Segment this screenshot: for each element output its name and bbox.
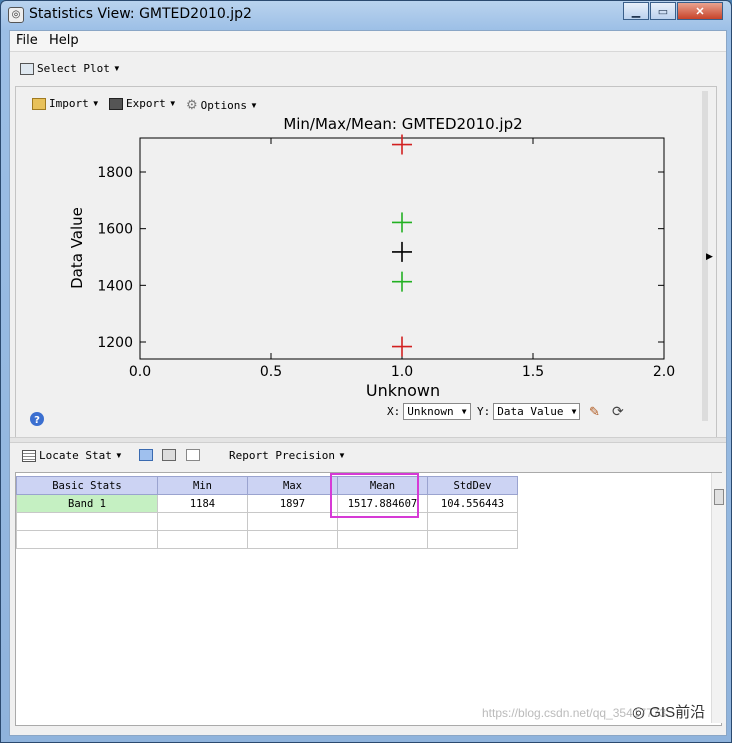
maximize-button[interactable]: ▭ [650, 2, 676, 20]
help-icon-glyph: ? [34, 415, 40, 426]
view-blue-icon[interactable] [139, 449, 153, 461]
cell-min[interactable]: 1184 [157, 494, 248, 513]
empty-cell[interactable] [157, 530, 248, 549]
x-axis-select[interactable]: Unknown ▼ [403, 403, 471, 420]
empty-cell[interactable] [157, 512, 248, 531]
y-axis-select[interactable]: Data Value ▼ [493, 403, 581, 420]
brand-watermark: ◎ GIS前沿 [632, 701, 705, 722]
table-scrollbar[interactable] [711, 473, 726, 723]
stats-table: Basic Stats Min Max Mean StdDev Band 1 1… [16, 476, 518, 549]
empty-cell[interactable] [16, 512, 158, 531]
refresh-icon[interactable]: ⟳ [612, 403, 624, 420]
view-grid-icon[interactable] [162, 449, 176, 461]
x-selector-label: X: [387, 405, 401, 418]
chart-title: Min/Max/Mean: GMTED2010.jp2 [283, 115, 522, 133]
x-tick-label: 1.0 [391, 364, 413, 380]
app-icon: ◎ [8, 7, 24, 23]
scroll-thumb[interactable] [714, 489, 724, 505]
chevron-right-icon[interactable]: ▶ [706, 251, 713, 262]
pencil-icon[interactable]: ✎ [589, 404, 600, 420]
cell-band[interactable]: Band 1 [16, 494, 158, 513]
window-client: File Help Select Plot ▼ Import ▼ Export … [9, 30, 727, 736]
x-tick-label: 0.0 [129, 364, 151, 380]
y-tick-label: 1400 [97, 278, 133, 294]
x-tick-label: 0.5 [260, 364, 282, 380]
menu-bar: File Help [10, 31, 726, 52]
table-row [16, 530, 518, 549]
menu-help[interactable]: Help [49, 33, 79, 48]
chevron-down-icon: ▼ [461, 407, 467, 416]
x-tick-label: 2.0 [653, 364, 675, 380]
plot-icon [20, 62, 34, 75]
cell-stddev[interactable]: 104.556443 [427, 494, 518, 513]
menu-file[interactable]: File [16, 33, 38, 48]
chevron-down-icon: ▼ [571, 407, 577, 416]
minimize-button[interactable]: ▁ [623, 2, 649, 20]
mean-highlight-box [330, 473, 419, 518]
locate-stat-menu[interactable]: Locate Stat ▼ [22, 449, 123, 462]
copy-icon[interactable] [186, 449, 200, 461]
report-precision-menu[interactable]: Report Precision ▼ [229, 449, 346, 462]
table-header-row: Basic Stats Min Max Mean StdDev [16, 476, 518, 495]
empty-cell[interactable] [427, 530, 518, 549]
empty-cell[interactable] [247, 530, 338, 549]
y-tick-label: 1600 [97, 222, 133, 238]
report-precision-label: Report Precision [229, 449, 335, 462]
chart: Min/Max/Mean: GMTED2010.jp2 0.0 0.5 1.0 1.5… [30, 115, 675, 426]
close-button[interactable]: ✕ [677, 2, 723, 20]
x-tick-label: 1.5 [522, 364, 544, 380]
wechat-icon: ◎ [632, 704, 650, 721]
select-plot-label: Select Plot [37, 62, 110, 75]
y-tick-label: 1200 [97, 335, 133, 351]
y-axis-selector: Y: Data Value ▼ [477, 403, 581, 420]
table-row: Band 1 1184 1897 1517.884607 104.556443 [16, 494, 518, 513]
brand-label: GIS前沿 [649, 704, 706, 721]
table-icon [22, 449, 36, 462]
x-axis-selector: X: Unknown ▼ [387, 403, 471, 420]
y-tick-label: 1800 [97, 165, 133, 181]
title-bar[interactable]: ◎ Statistics View: GMTED2010.jp2 ▁ ▭ ✕ [1, 1, 731, 29]
header-min[interactable]: Min [157, 476, 248, 495]
x-axis-select-value: Unknown [407, 405, 454, 418]
cell-max[interactable]: 1897 [247, 494, 338, 513]
empty-cell[interactable] [427, 512, 518, 531]
chevron-down-icon: ▼ [112, 64, 121, 73]
plot-panel: Import ▼ Export ▼ ⚙ Options ▼ Min/Max/Me… [15, 86, 717, 438]
empty-cell[interactable] [337, 530, 428, 549]
select-plot-button[interactable]: Select Plot ▼ [20, 62, 121, 75]
locate-stat-label: Locate Stat [39, 449, 112, 462]
window-title: Statistics View: GMTED2010.jp2 [29, 6, 252, 22]
header-stddev[interactable]: StdDev [427, 476, 518, 495]
x-axis-label: Unknown [366, 381, 440, 400]
split-divider[interactable] [10, 437, 726, 443]
y-axis-select-value: Data Value [497, 405, 564, 418]
y-selector-label: Y: [477, 405, 491, 418]
empty-cell[interactable] [247, 512, 338, 531]
table-row [16, 512, 518, 531]
y-axis-label: Data Value [68, 207, 86, 289]
statistics-window: ◎ Statistics View: GMTED2010.jp2 ▁ ▭ ✕ F… [0, 0, 732, 743]
empty-cell[interactable] [16, 530, 158, 549]
header-basic-stats[interactable]: Basic Stats [16, 476, 158, 495]
header-max[interactable]: Max [247, 476, 338, 495]
chevron-down-icon: ▼ [114, 451, 123, 460]
chevron-down-icon: ▼ [337, 451, 346, 460]
